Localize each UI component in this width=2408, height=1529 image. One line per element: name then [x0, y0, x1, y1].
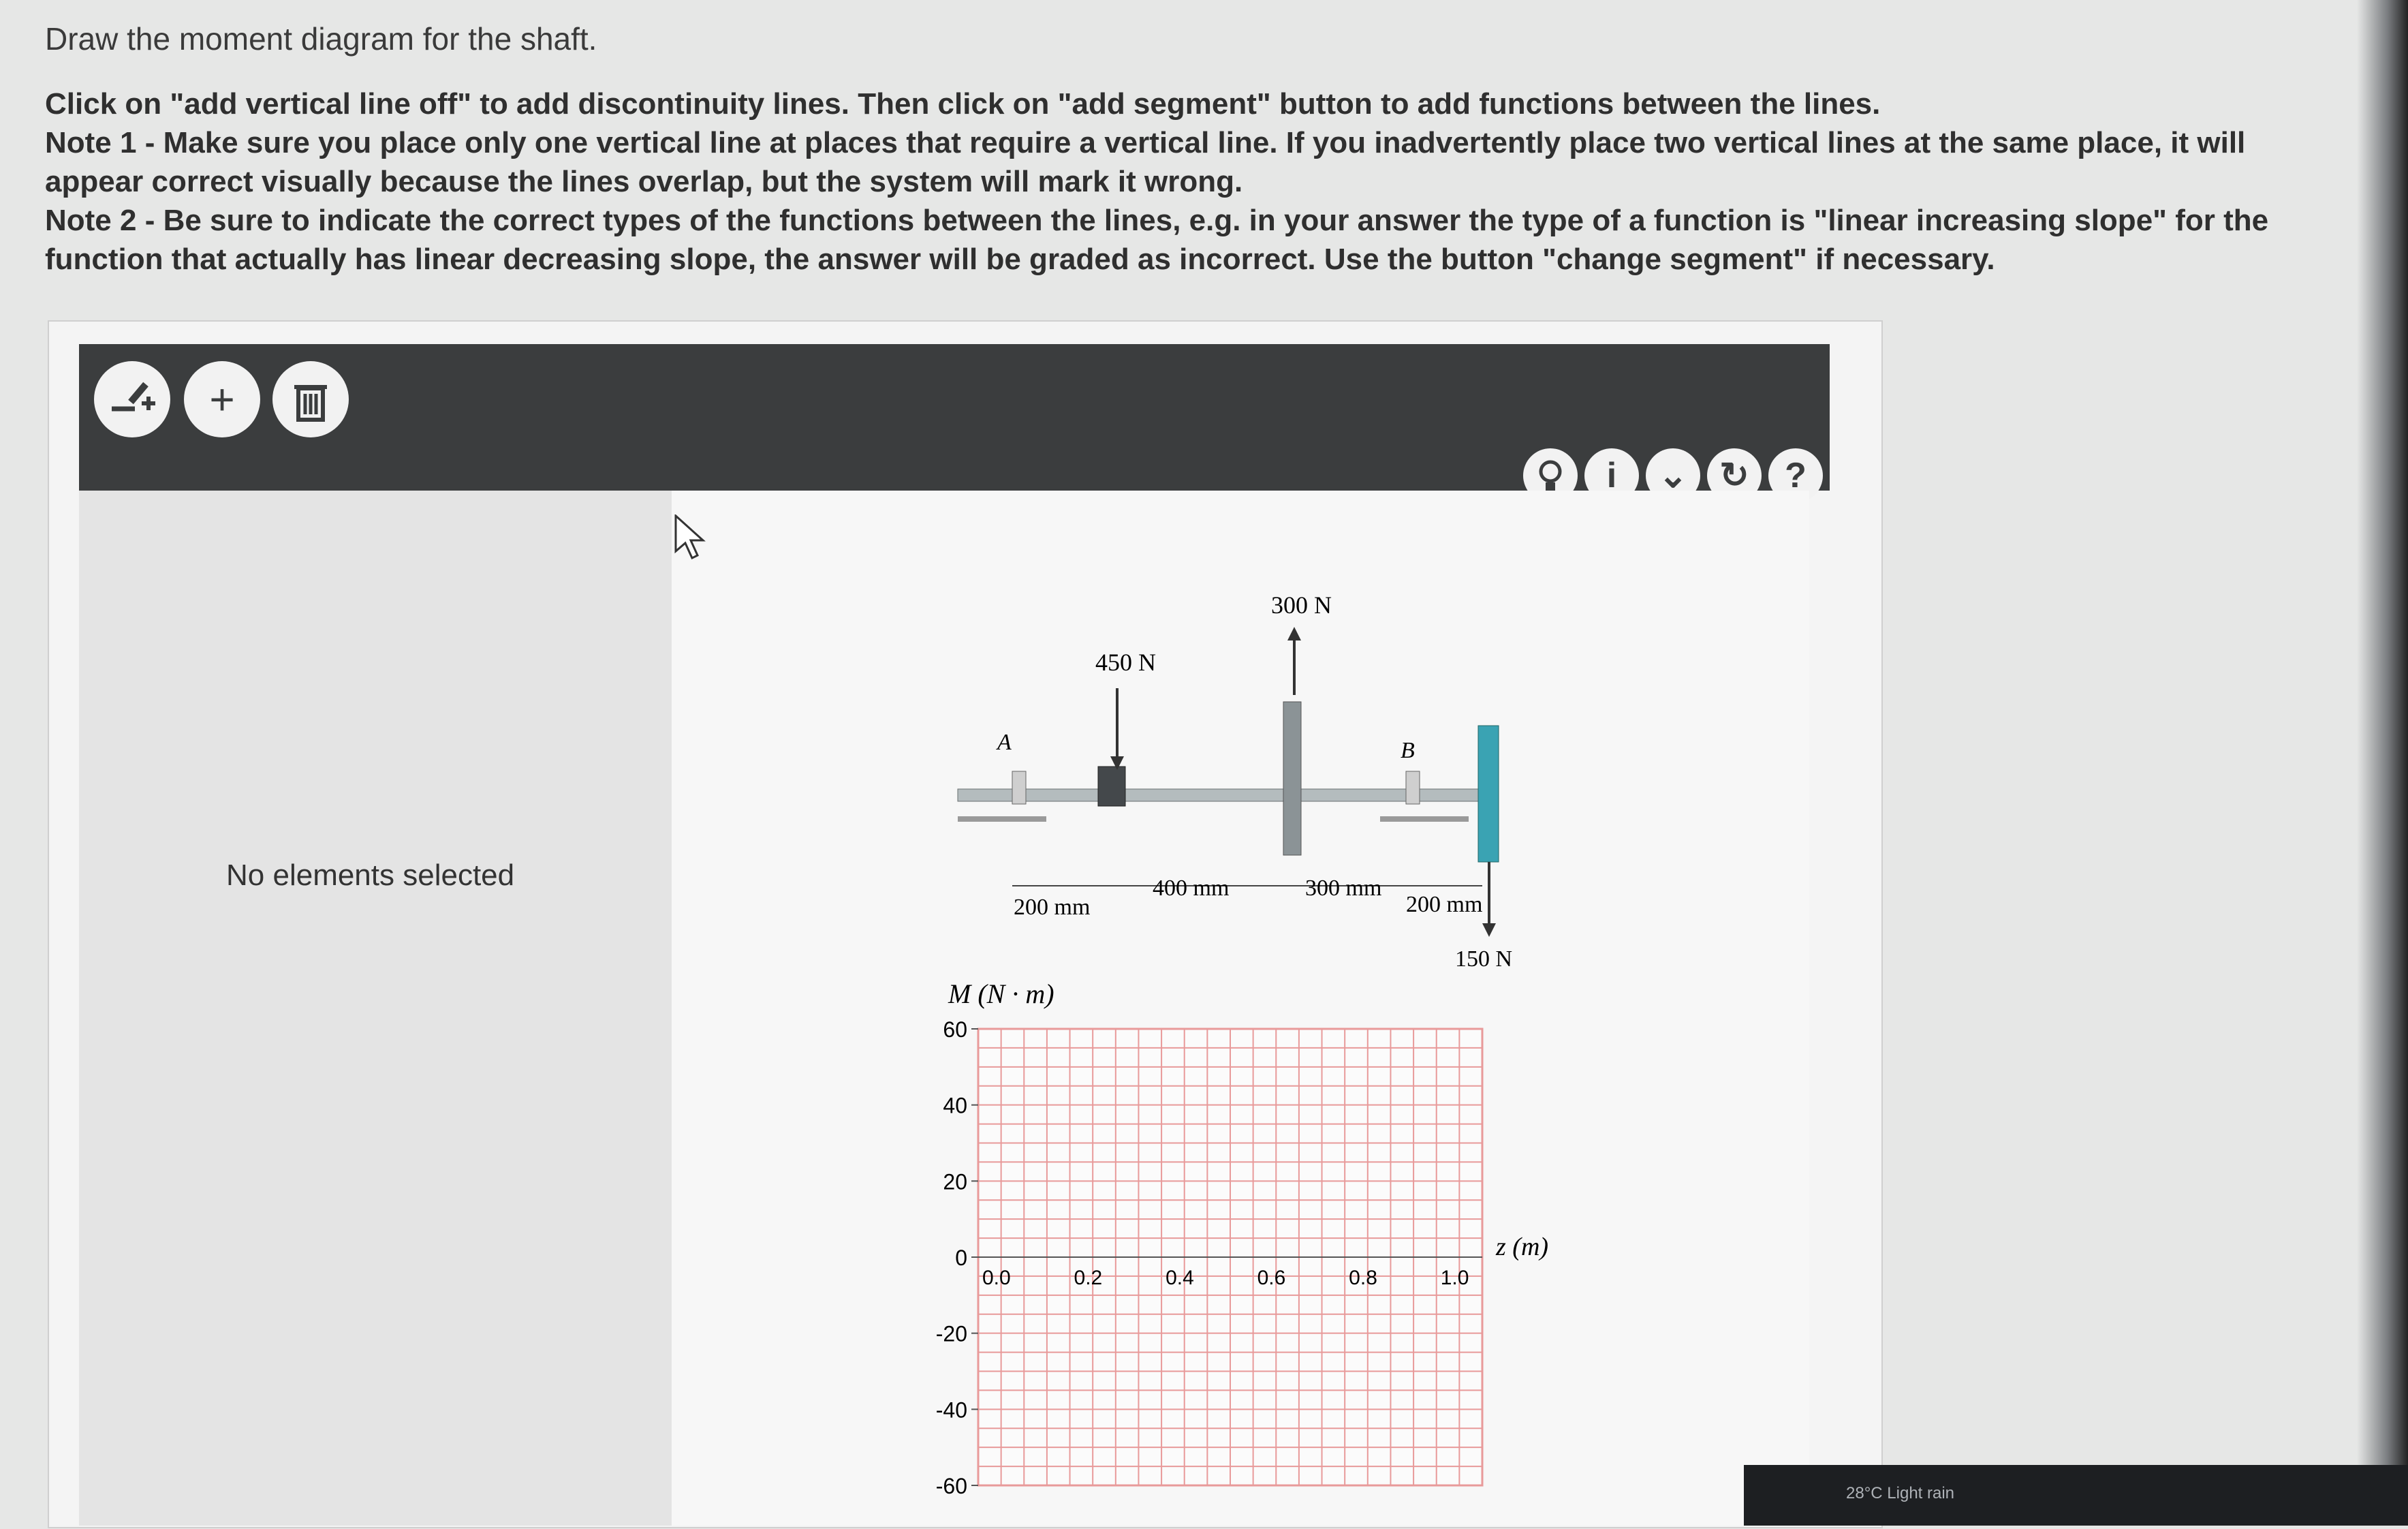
y-tick-label: 60	[943, 1017, 967, 1042]
graph-grid	[977, 1028, 1484, 1487]
chevron-down-icon: ⌄	[1658, 456, 1688, 495]
x-tick-label: 0.4	[1166, 1267, 1194, 1289]
x-tick-label: 0.2	[1074, 1267, 1103, 1289]
drawing-canvas[interactable]: 450 N 300 N 150 N A B 200 mm 400 mm 300 …	[672, 491, 1809, 1526]
bearing-b	[1405, 771, 1420, 805]
support-b-label: B	[1401, 738, 1415, 763]
properties-panel: No elements selected	[79, 491, 672, 1526]
x-tick-label: 0.0	[982, 1267, 1011, 1289]
pulley-150	[1477, 725, 1499, 863]
load-150-label: 150 N	[1455, 946, 1512, 972]
monitor-edge	[2357, 0, 2408, 1526]
delete-icon	[294, 385, 327, 422]
bearing-a	[1012, 771, 1027, 805]
dim-300: 300 mm	[1305, 876, 1381, 901]
shaft	[957, 788, 1479, 802]
problem-title: Draw the moment diagram for the shaft.	[45, 21, 597, 57]
support-base-b	[1380, 816, 1469, 822]
info-icon: i	[1606, 456, 1617, 495]
reset-icon: ↻	[1719, 456, 1749, 495]
dim-200-b: 200 mm	[1406, 892, 1482, 917]
shaft-figure: 450 N 300 N 150 N A B 200 mm 400 mm 300 …	[957, 591, 1512, 972]
x-axis-label: z (m)	[1495, 1233, 1548, 1261]
dim-200-a: 200 mm	[1014, 895, 1090, 920]
y-tick-label: 0	[955, 1246, 967, 1270]
add-vertical-line-button[interactable]	[94, 361, 170, 437]
dim-400: 400 mm	[1153, 876, 1229, 901]
y-tick-label: -60	[936, 1474, 967, 1498]
support-a-label: A	[996, 730, 1012, 755]
y-tick-label: 40	[943, 1094, 967, 1118]
canvas-svg: 450 N 300 N 150 N A B 200 mm 400 mm 300 …	[936, 591, 1548, 1498]
moment-graph: M (N · m) z (m) 60 40 20 0 -20 -40 -60 0.0 0.2 0…	[936, 978, 1548, 1498]
gear-450	[1097, 766, 1126, 807]
selection-status: No elements selected	[226, 859, 515, 892]
y-tick-label: -40	[936, 1397, 967, 1422]
add-segment-icon: +	[209, 375, 235, 424]
load-450-label: 450 N	[1095, 649, 1156, 676]
support-base-a	[958, 816, 1046, 822]
taskbar: 28°C Light rain	[1744, 1465, 2408, 1526]
y-axis-label: M (N · m)	[948, 978, 1054, 1009]
note-1-text: Note 1 - Make sure you place only one ve…	[45, 126, 2246, 198]
mouse-cursor-icon	[674, 514, 706, 560]
pulley-300	[1283, 701, 1302, 856]
x-tick-label: 0.8	[1349, 1267, 1377, 1289]
arrowhead-150	[1482, 923, 1496, 937]
x-tick-label: 1.0	[1441, 1267, 1469, 1289]
arrowhead-300	[1287, 627, 1301, 640]
y-tick-label: -20	[936, 1322, 967, 1346]
y-tick-labels: 60 40 20 0 -20 -40 -60	[936, 1017, 978, 1498]
instruction-text: Click on "add vertical line off" to add …	[45, 87, 1881, 121]
add-segment-button[interactable]: +	[184, 361, 260, 437]
x-tick-label: 0.6	[1257, 1267, 1286, 1289]
load-300-label: 300 N	[1271, 591, 1332, 619]
help-icon: ?	[1785, 456, 1807, 495]
weather-status: 28°C Light rain	[1846, 1484, 1955, 1502]
note-2-text: Note 2 - Be sure to indicate the correct…	[45, 204, 2269, 276]
y-tick-label: 20	[943, 1169, 967, 1194]
delete-button[interactable]	[272, 361, 349, 437]
problem-statement: Draw the moment diagram for the shaft. C…	[45, 20, 2347, 279]
add-vertical-line-icon	[112, 382, 155, 412]
